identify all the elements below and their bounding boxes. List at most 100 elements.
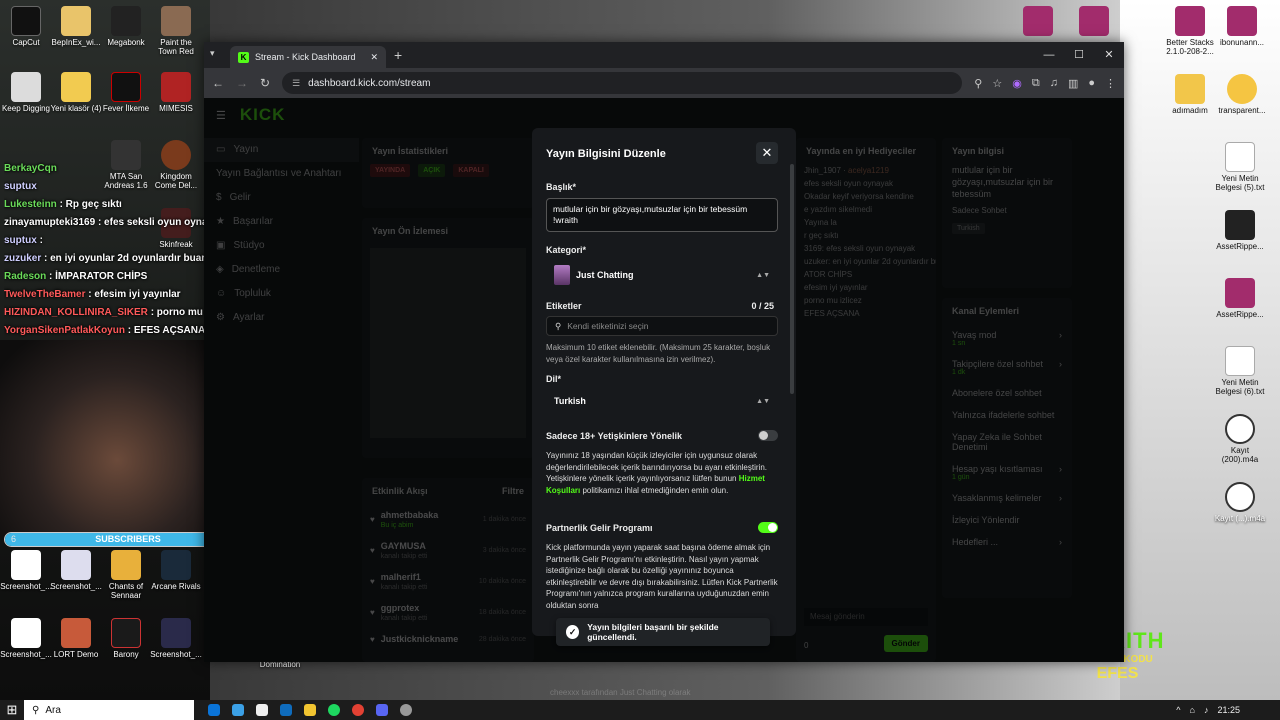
site-info-icon[interactable]: ☰ [292, 78, 300, 89]
forward-icon[interactable]: → [236, 76, 248, 90]
desktop-icon[interactable]: ibonunann... [1216, 6, 1268, 47]
adult-only-row: Sadece 18+ Yetişkinlere Yönelik [546, 430, 778, 441]
tab-bar: ▾ K Stream - Kick Dashboard ✕ + — ☐ ✕ [204, 42, 1124, 68]
clock[interactable]: 21:25 [1217, 705, 1240, 715]
desktop-icon[interactable]: Yeni Metin Belgesi (5).txt [1214, 142, 1266, 192]
close-tab-icon[interactable]: ✕ [370, 52, 378, 63]
bookmark-star-icon[interactable]: ☆ [992, 77, 1002, 90]
menu-icon[interactable]: ⋮ [1105, 77, 1116, 90]
desktop-icon[interactable]: Yeni klasör (4) [50, 72, 102, 113]
taskbar-search[interactable]: ⚲ Ara [24, 700, 194, 720]
desktop-icon[interactable]: Screenshot_... [50, 550, 102, 591]
settings-icon[interactable] [400, 704, 412, 716]
toolbar-extensions: ⚲ ☆ ◉ ⧉ ♫ ▥ ● ⋮ [974, 77, 1116, 90]
tags-label: Etiketler [546, 301, 582, 311]
volume-icon[interactable]: ♪ [1204, 705, 1209, 715]
desktop-icon[interactable]: Megabonk [100, 6, 152, 47]
media-icon[interactable]: ♫ [1050, 77, 1058, 90]
profile-icon[interactable]: ● [1088, 77, 1095, 90]
partner-program-label: Partnerlik Gelir Programı [546, 522, 653, 533]
language-label: Dil* [546, 374, 562, 384]
edit-stream-info-modal: Yayın Bilgisini Düzenle ✕ Başlık* mutlul… [532, 128, 796, 636]
desktop-icon[interactable]: Chants of Sennaar [100, 550, 152, 600]
desktop-icon[interactable]: Fever İlkeme [100, 72, 152, 113]
title-label: Başlık* [546, 182, 577, 192]
spotify-icon[interactable] [328, 704, 340, 716]
adult-help-text: Yayınınız 18 yaşından küçük izleyiciler … [546, 451, 767, 495]
new-tab-button[interactable]: + [394, 47, 402, 63]
search-icon: ⚲ [555, 320, 562, 331]
store-icon[interactable] [256, 704, 268, 716]
browser-window: ▾ K Stream - Kick Dashboard ✕ + — ☐ ✕ ← … [204, 42, 1124, 697]
updown-chevron-icon: ▲▼ [756, 397, 770, 405]
desktop-icon[interactable]: Kayıt (...).m4a [1214, 482, 1266, 523]
modal-scrollbar[interactable] [790, 164, 794, 394]
edge-icon[interactable] [208, 704, 220, 716]
window-controls: — ☐ ✕ [1034, 42, 1124, 68]
desktop-icon[interactable]: Screenshot_... [150, 618, 202, 659]
tags-counter: 0 / 25 [751, 301, 774, 311]
modal-close-button[interactable]: ✕ [756, 142, 778, 164]
desktop-icon[interactable]: Keep Digging [0, 72, 52, 113]
success-toast: ✓ Yayın bilgileri başarılı bir şekilde g… [556, 618, 770, 646]
minimize-button[interactable]: — [1034, 42, 1064, 68]
address-bar: ← → ↻ ☰ dashboard.kick.com/stream ⚲ ☆ ◉ … [204, 68, 1124, 98]
discord-icon[interactable] [376, 704, 388, 716]
desktop-icon[interactable] [1068, 6, 1120, 38]
tab-search-icon[interactable]: ▾ [210, 48, 215, 59]
tags-input[interactable]: ⚲ Kendi etiketinizi seçin [546, 316, 778, 336]
desktop-icon[interactable]: MIMESIS [150, 72, 202, 113]
updown-chevron-icon: ▲▼ [756, 271, 770, 279]
outlook-icon[interactable] [280, 704, 292, 716]
search-icon: ⚲ [32, 704, 40, 716]
reload-icon[interactable]: ↻ [260, 76, 270, 90]
url-field[interactable]: ☰ dashboard.kick.com/stream [282, 72, 963, 94]
adult-only-toggle[interactable] [758, 430, 778, 441]
extension-icon[interactable]: ◉ [1012, 77, 1022, 90]
hosted-line: cheexxx tarafından Just Chatting olarak [550, 688, 691, 697]
desktop-icon[interactable] [1012, 6, 1064, 38]
desktop-icon[interactable]: Screenshot_... [0, 550, 52, 591]
desktop-icon[interactable]: Barony [100, 618, 152, 659]
puzzle-icon[interactable]: ⧉ [1032, 77, 1040, 90]
maximize-button[interactable]: ☐ [1064, 42, 1094, 68]
desktop-icon[interactable]: AssetRippe... [1214, 210, 1266, 251]
copilot-icon[interactable] [232, 704, 244, 716]
category-label: Kategori* [546, 245, 587, 255]
taskbar: ⊞ ⚲ Ara ^ ⌂ ♪ 21:25 [0, 700, 1280, 720]
partner-program-toggle[interactable] [758, 522, 778, 533]
desktop-icon[interactable]: CapCut [0, 6, 52, 47]
desktop-icon[interactable]: Arcane Rivals [150, 550, 202, 591]
desktop-icon[interactable]: transparent... [1216, 74, 1268, 115]
desktop-icon[interactable]: Paint the Town Red [150, 6, 202, 56]
kick-favicon-icon: K [238, 51, 249, 63]
network-icon[interactable]: ⌂ [1190, 705, 1195, 715]
desktop-icon[interactable]: Better Stacks 2.1.0-208-2... [1164, 6, 1216, 56]
desktop-icon[interactable]: adımadım [1164, 74, 1216, 115]
modal-title: Yayın Bilgisini Düzenle [546, 148, 666, 160]
category-thumbnail [554, 265, 570, 285]
title-textarea[interactable]: mutlular için bir gözyaşı,mutsuzlar için… [546, 198, 778, 232]
partner-help-text: Kick platformunda yayın yaparak saat baş… [546, 543, 778, 610]
language-select[interactable]: Turkish ▲▼ [546, 388, 778, 414]
taskbar-apps [208, 704, 412, 716]
category-select[interactable]: Just Chatting ▲▼ [546, 262, 778, 288]
close-window-button[interactable]: ✕ [1094, 42, 1124, 68]
windows-start-icon[interactable]: ⊞ [0, 702, 24, 718]
adult-only-label: Sadece 18+ Yetişkinlere Yönelik [546, 430, 683, 441]
desktop-icon[interactable]: Kayıt (200).m4a [1214, 414, 1266, 464]
system-tray: ^ ⌂ ♪ 21:25 [1176, 705, 1280, 715]
desktop-icon[interactable]: Screenshot_... [0, 618, 52, 659]
tab-kick-dashboard[interactable]: K Stream - Kick Dashboard ✕ [230, 46, 386, 68]
desktop-icon[interactable]: Yeni Metin Belgesi (6).txt [1214, 346, 1266, 396]
desktop-icon[interactable]: LORT Demo [50, 618, 102, 659]
explorer-icon[interactable] [304, 704, 316, 716]
desktop-icon[interactable]: BepInEx_wi... [50, 6, 102, 47]
partner-program-row: Partnerlik Gelir Programı [546, 522, 778, 533]
sidepanel-icon[interactable]: ▥ [1068, 77, 1078, 90]
chevron-up-icon[interactable]: ^ [1176, 705, 1180, 715]
chrome-icon[interactable] [352, 704, 364, 716]
zoom-icon[interactable]: ⚲ [974, 77, 982, 90]
desktop-icon[interactable]: AssetRippe... [1214, 278, 1266, 319]
back-icon[interactable]: ← [212, 76, 224, 90]
